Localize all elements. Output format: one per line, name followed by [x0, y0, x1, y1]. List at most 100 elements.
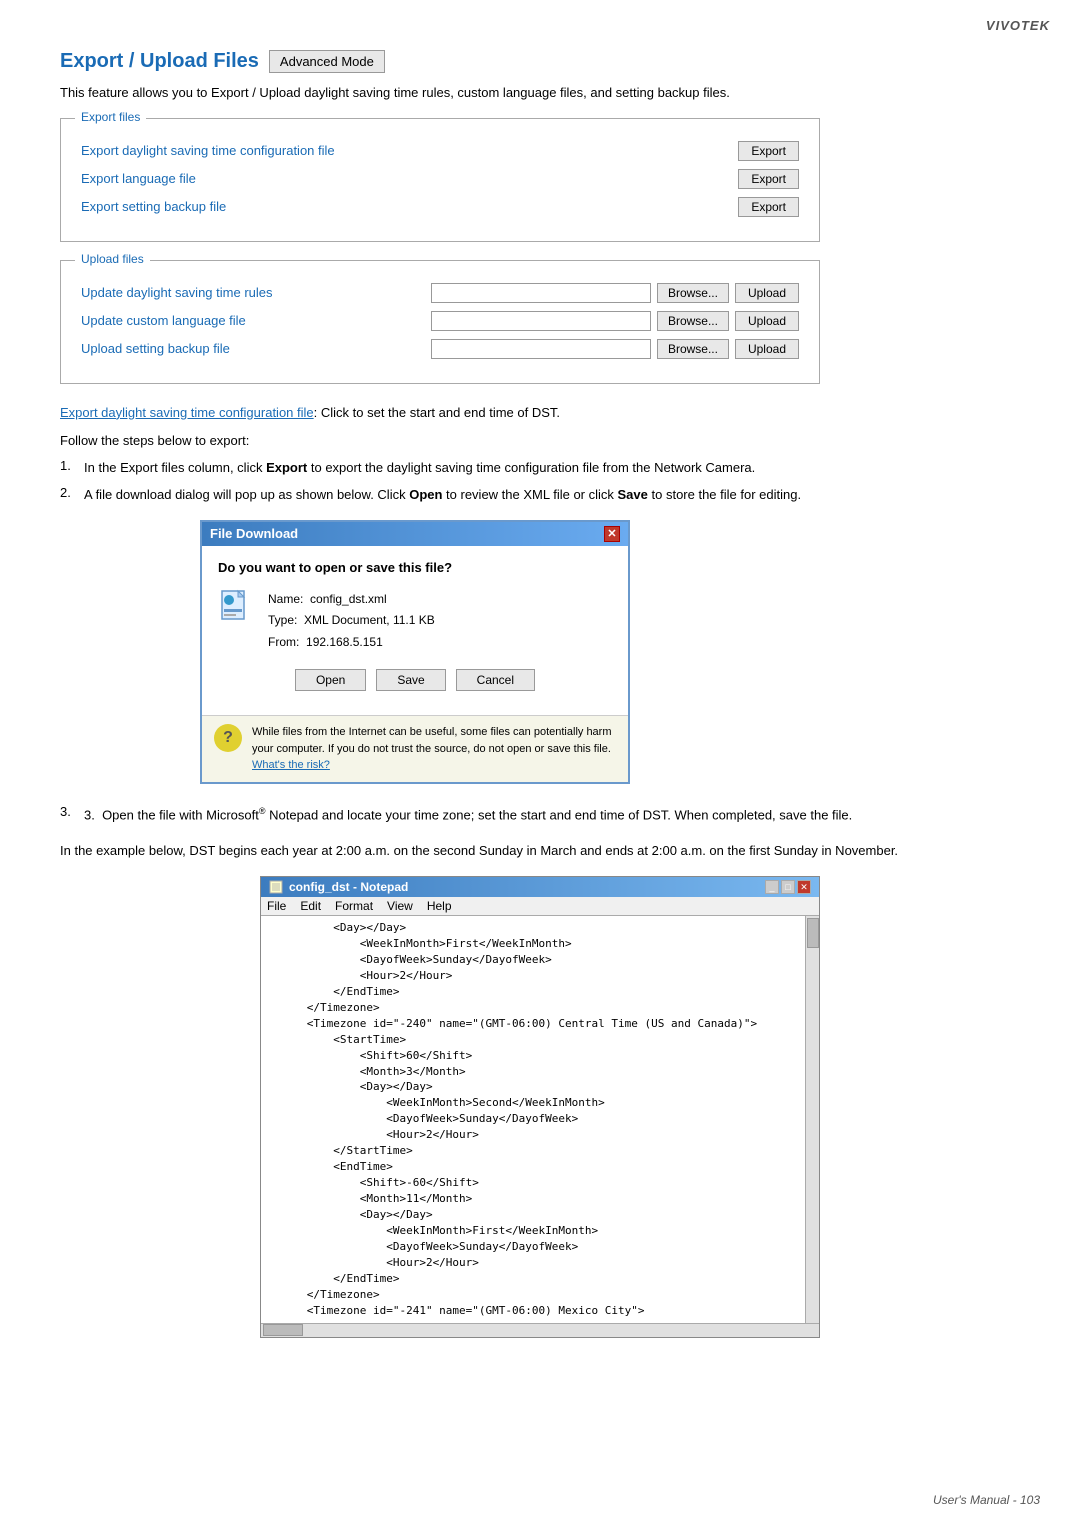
warning-message: While files from the Internet can be use…	[252, 726, 612, 755]
dialog-content: Do you want to open or save this file? N…	[202, 546, 628, 716]
file-type-label: Type:	[268, 613, 297, 627]
link-desc: : Click to set the start and end time of…	[314, 405, 560, 420]
upload-row-1: Update custom language file Browse... Up…	[81, 311, 799, 331]
step-3-post: Notepad and locate your time zone; set t…	[266, 807, 853, 822]
export-section-legend: Export files	[75, 110, 146, 124]
page-footer: User's Manual - 103	[933, 1493, 1040, 1507]
file-download-dialog-wrapper: File Download ✕ Do you want to open or s…	[200, 520, 630, 784]
upload-row-2: Upload setting backup file Browse... Upl…	[81, 339, 799, 359]
notepad-code: <Day></Day> <WeekInMonth>First</WeekInMo…	[267, 920, 813, 1318]
notepad-close-button[interactable]: ✕	[797, 880, 811, 894]
dialog-close-button[interactable]: ✕	[604, 526, 620, 542]
step-2-bold-open: Open	[409, 487, 442, 502]
export-dst-button[interactable]: Export	[738, 141, 799, 161]
notepad-restore-button[interactable]: □	[781, 880, 795, 894]
file-name-row: Name: config_dst.xml	[268, 589, 435, 611]
dialog-titlebar: File Download ✕	[202, 522, 628, 546]
step-3-sup: ®	[259, 806, 266, 816]
notepad-menu-help[interactable]: Help	[427, 899, 452, 913]
steps-intro: Follow the steps below to export:	[60, 430, 1020, 452]
browse-dst-button[interactable]: Browse...	[657, 283, 729, 303]
dialog-question: Do you want to open or save this file?	[218, 560, 612, 575]
export-row-0: Export daylight saving time configuratio…	[81, 141, 799, 161]
export-label-0: Export daylight saving time configuratio…	[81, 143, 732, 158]
step-1: 1. In the Export files column, click Exp…	[60, 458, 1020, 479]
step-1-bold-export: Export	[266, 460, 307, 475]
export-row-2: Export setting backup file Export	[81, 197, 799, 217]
export-files-section: Export files Export daylight saving time…	[60, 118, 820, 242]
export-row-1: Export language file Export	[81, 169, 799, 189]
file-icon	[218, 589, 254, 625]
upload-label-2: Upload setting backup file	[81, 341, 425, 356]
notepad-scrollbar[interactable]	[805, 916, 819, 1322]
upload-label-1: Update custom language file	[81, 313, 425, 328]
upload-label-0: Update daylight saving time rules	[81, 285, 425, 300]
export-backup-button[interactable]: Export	[738, 197, 799, 217]
page-title: Export / Upload Files	[60, 50, 259, 73]
dialog-open-button[interactable]: Open	[295, 669, 366, 691]
advanced-mode-button[interactable]: Advanced Mode	[269, 50, 385, 73]
dialog-title: File Download	[210, 526, 298, 541]
upload-rows: Update daylight saving time rules Browse…	[81, 283, 799, 359]
page-container: VIVOTEK Export / Upload Files Advanced M…	[0, 0, 1080, 1527]
upload-section-legend: Upload files	[75, 252, 150, 266]
dialog-file-info: Name: config_dst.xml Type: XML Document,…	[218, 589, 612, 654]
brand-label: VIVOTEK	[986, 18, 1050, 33]
notepad-menu-view[interactable]: View	[387, 899, 413, 913]
notepad-menu: File Edit Format View Help	[261, 897, 819, 916]
notepad-title-left: config_dst - Notepad	[269, 880, 408, 894]
upload-row-0: Update daylight saving time rules Browse…	[81, 283, 799, 303]
dialog-warning: ? While files from the Internet can be u…	[202, 715, 628, 782]
export-label-1: Export language file	[81, 171, 732, 186]
notepad-app-icon	[269, 880, 283, 894]
notepad-window: config_dst - Notepad _ □ ✕ File Edit For…	[260, 876, 820, 1337]
file-name-label: Name:	[268, 592, 303, 606]
warning-text: While files from the Internet can be use…	[252, 724, 616, 774]
notepad-menu-format[interactable]: Format	[335, 899, 373, 913]
intro-text: This feature allows you to Export / Uplo…	[60, 83, 960, 104]
file-from-value: 192.168.5.151	[306, 635, 383, 649]
upload-dst-button[interactable]: Upload	[735, 283, 799, 303]
step-2-text: A file download dialog will pop up as sh…	[84, 485, 1020, 506]
upload-files-section: Upload files Update daylight saving time…	[60, 260, 820, 384]
step-3: 3. 3. Open the file with Microsoft® Note…	[60, 804, 1020, 826]
step-1-text: In the Export files column, click Export…	[84, 458, 1020, 479]
notepad-body: <Day></Day> <WeekInMonth>First</WeekInMo…	[261, 916, 819, 1322]
notepad-body-wrapper: <Day></Day> <WeekInMonth>First</WeekInMo…	[261, 916, 819, 1322]
notepad-hscrollbar[interactable]	[261, 1323, 819, 1337]
dialog-buttons: Open Save Cancel	[218, 669, 612, 691]
browse-backup-button[interactable]: Browse...	[657, 339, 729, 359]
step-2-num: 2.	[60, 485, 78, 500]
file-from-row: From: 192.168.5.151	[268, 632, 435, 654]
notepad-scrollbar-thumb	[807, 918, 819, 948]
dst-config-link[interactable]: Export daylight saving time configuratio…	[60, 405, 314, 420]
page-title-row: Export / Upload Files Advanced Mode	[60, 50, 1020, 73]
step-2: 2. A file download dialog will pop up as…	[60, 485, 1020, 506]
notepad-menu-file[interactable]: File	[267, 899, 286, 913]
dst-example-text: In the example below, DST begins each ye…	[60, 840, 1020, 862]
notepad-titlebar: config_dst - Notepad _ □ ✕	[261, 877, 819, 897]
file-details: Name: config_dst.xml Type: XML Document,…	[268, 589, 435, 654]
export-label-2: Export setting backup file	[81, 199, 732, 214]
export-rows: Export daylight saving time configuratio…	[81, 141, 799, 217]
file-type-row: Type: XML Document, 11.1 KB	[268, 610, 435, 632]
upload-input-0[interactable]	[431, 283, 651, 303]
file-name-value: config_dst.xml	[310, 592, 387, 606]
whats-the-risk-link[interactable]: What's the risk?	[252, 759, 330, 771]
file-download-dialog: File Download ✕ Do you want to open or s…	[200, 520, 630, 784]
upload-input-2[interactable]	[431, 339, 651, 359]
step-2-bold-save: Save	[618, 487, 648, 502]
step-3-pre: 3. Open the file with Microsoft	[84, 807, 259, 822]
upload-input-1[interactable]	[431, 311, 651, 331]
step-1-num: 1.	[60, 458, 78, 473]
notepad-minimize-button[interactable]: _	[765, 880, 779, 894]
notepad-controls: _ □ ✕	[765, 880, 811, 894]
notepad-menu-edit[interactable]: Edit	[300, 899, 321, 913]
browse-lang-button[interactable]: Browse...	[657, 311, 729, 331]
upload-lang-button[interactable]: Upload	[735, 311, 799, 331]
step-3-text: 3. Open the file with Microsoft® Notepad…	[84, 804, 1020, 826]
upload-backup-button[interactable]: Upload	[735, 339, 799, 359]
dialog-cancel-button[interactable]: Cancel	[456, 669, 535, 691]
export-lang-button[interactable]: Export	[738, 169, 799, 189]
dialog-save-button[interactable]: Save	[376, 669, 445, 691]
